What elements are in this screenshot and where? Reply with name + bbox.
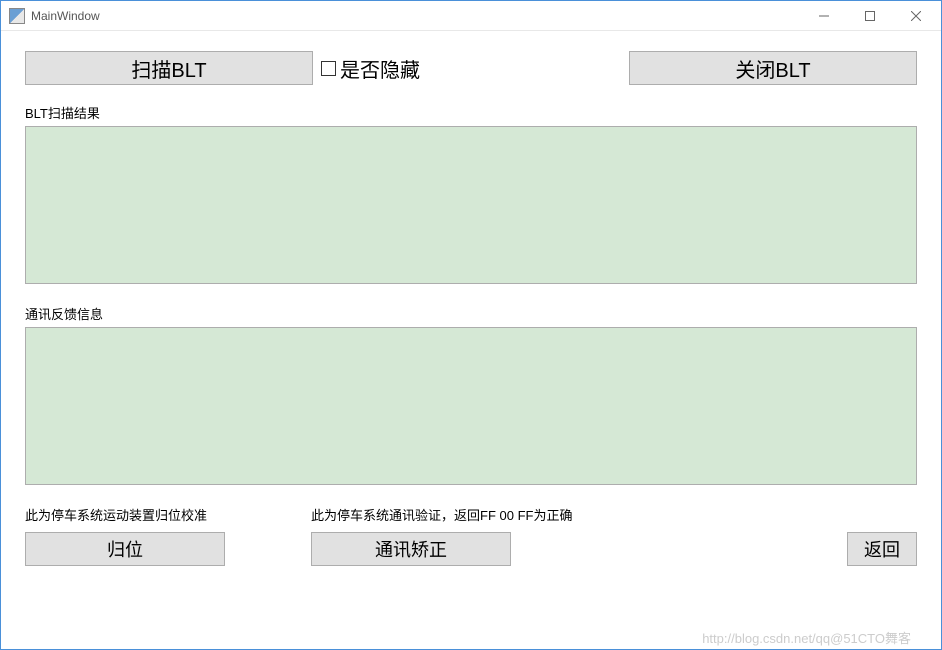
top-row: 扫描BLT 是否隐藏 关闭BLT — [25, 51, 917, 85]
close-blt-button[interactable]: 关闭BLT — [629, 51, 917, 85]
minimize-button[interactable] — [801, 1, 847, 30]
app-icon — [9, 8, 25, 24]
close-icon — [911, 11, 921, 21]
content-area: 扫描BLT 是否隐藏 关闭BLT BLT扫描结果 通讯反馈信息 此为停车系统运动… — [1, 31, 941, 649]
return-button[interactable]: 返回 — [847, 532, 917, 566]
maximize-button[interactable] — [847, 1, 893, 30]
home-button[interactable]: 归位 — [25, 532, 225, 566]
comm-correct-button[interactable]: 通讯矫正 — [311, 532, 511, 566]
hide-checkbox[interactable] — [321, 61, 336, 76]
watermark: http://blog.csdn.net/qq@51CTO舞客 — [702, 628, 911, 647]
window-controls — [801, 1, 939, 30]
scan-blt-button[interactable]: 扫描BLT — [25, 51, 313, 85]
titlebar: MainWindow — [1, 1, 941, 31]
home-description: 此为停车系统运动装置归位校准 — [25, 505, 311, 524]
window-title: MainWindow — [31, 9, 801, 23]
scan-results-label: BLT扫描结果 — [25, 103, 917, 122]
close-button[interactable] — [893, 1, 939, 30]
scan-results-box[interactable] — [25, 126, 917, 284]
bottom-row: 归位 通讯矫正 返回 — [25, 532, 917, 566]
bottom-labels-row: 此为停车系统运动装置归位校准 此为停车系统通讯验证，返回FF 00 FF为正确 — [25, 505, 917, 524]
feedback-label: 通讯反馈信息 — [25, 304, 917, 323]
minimize-icon — [819, 11, 829, 21]
feedback-box[interactable] — [25, 327, 917, 485]
main-window: MainWindow 扫描BLT 是否隐藏 关闭BLT BLT扫描结果 通讯反馈… — [0, 0, 942, 650]
hide-checkbox-wrap[interactable]: 是否隐藏 — [321, 54, 420, 83]
maximize-icon — [865, 11, 875, 21]
comm-description: 此为停车系统通讯验证，返回FF 00 FF为正确 — [311, 505, 572, 524]
hide-checkbox-label: 是否隐藏 — [340, 54, 420, 83]
